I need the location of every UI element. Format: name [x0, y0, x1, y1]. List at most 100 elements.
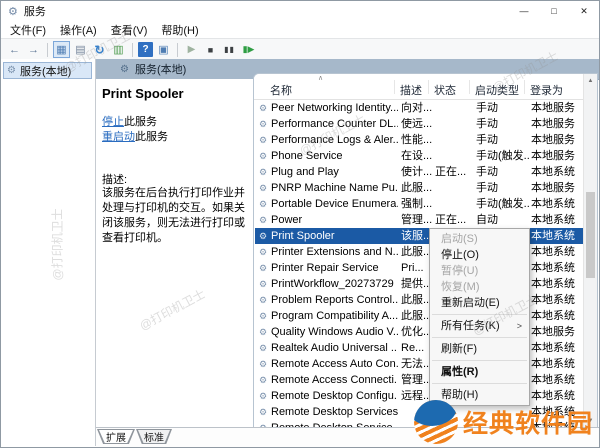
row-cell-name: Realtek Audio Universal ...	[271, 340, 398, 356]
help-icon[interactable]: ?	[138, 42, 153, 57]
row-cell-logon: 本地系统	[531, 212, 588, 228]
selected-service-name: Print Spooler	[102, 86, 184, 101]
tab-standard[interactable]: 标准	[136, 429, 172, 444]
menu-separator	[432, 314, 527, 315]
tab-label: 标准	[138, 430, 170, 443]
table-row[interactable]: ⚙Portable Device Enumera...强制...手动(触发...…	[255, 196, 583, 212]
row-cell-status: 正在...	[435, 212, 475, 228]
row-cell-name: Print Spooler	[271, 228, 398, 244]
context-menu-item-4[interactable]: 重新启动(E)	[430, 295, 529, 311]
toolbar-separator	[177, 43, 178, 57]
table-row[interactable]: ⚙Peer Networking Identity...向对...手动本地服务	[255, 100, 583, 116]
service-gear-icon: ⚙	[259, 388, 270, 404]
services-list-panel: ⚙Peer Networking Identity...向对...手动本地服务 ⚙…	[253, 73, 598, 428]
row-cell-startup: 手动	[476, 164, 530, 180]
row-cell-name: Performance Logs & Aler...	[271, 132, 398, 148]
restart-service-suffix: 此服务	[135, 131, 168, 143]
row-cell-desc: 使计...	[401, 164, 434, 180]
row-cell-logon: 本地系统	[531, 228, 588, 244]
table-row[interactable]: ⚙Quality Windows Audio V...优化...本地服务	[255, 324, 583, 340]
service-gear-icon: ⚙	[259, 228, 270, 244]
column-header-1[interactable]: 描述	[400, 82, 422, 98]
table-row[interactable]: ⚙Performance Logs & Aler...性能...手动本地服务	[255, 132, 583, 148]
watermark-logo: 经典软件园	[414, 400, 593, 444]
column-header-0[interactable]: 名称	[270, 82, 292, 98]
row-cell-logon: 本地系统	[531, 244, 588, 260]
row-cell-name: Remote Desktop Configu...	[271, 388, 398, 404]
table-row[interactable]: ⚙Realtek Audio Universal ...Re...本地系统	[255, 340, 583, 356]
service-gear-icon: ⚙	[259, 180, 270, 196]
column-header-3[interactable]: 启动类型	[475, 82, 519, 98]
start-service-icon[interactable]: ▶	[183, 41, 200, 58]
row-cell-logon: 本地系统	[531, 276, 588, 292]
table-row[interactable]: ⚙PNRP Machine Name Pu...此服...手动本地服务	[255, 180, 583, 196]
restart-service-icon[interactable]: ▮▶	[240, 41, 257, 58]
menu-separator	[432, 360, 527, 361]
menu-item-1[interactable]: 操作(A)	[54, 21, 105, 39]
service-gear-icon: ⚙	[259, 164, 270, 180]
menu-item-2[interactable]: 查看(V)	[105, 21, 156, 39]
table-row[interactable]: ⚙Performance Counter DL...使远...手动本地服务	[255, 116, 583, 132]
properties-icon[interactable]: ▤	[72, 41, 89, 58]
toolbar: ←→ ▦▤↻▥?▣ ▶■▮▮▮▶	[1, 38, 599, 61]
row-cell-logon: 本地系统	[531, 340, 588, 356]
show-preview-pane-icon[interactable]: ▣	[155, 41, 172, 58]
refresh-icon[interactable]: ↻	[91, 41, 108, 58]
stop-service-icon[interactable]: ■	[202, 41, 219, 58]
context-menu-item-2: 暂停(U)	[430, 263, 529, 279]
table-row[interactable]: ⚙Power管理...正在...自动本地系统	[255, 212, 583, 228]
close-button[interactable]: ✕	[569, 1, 599, 21]
table-row[interactable]: ⚙Problem Reports Control...此服...本地系统	[255, 292, 583, 308]
row-cell-startup: 手动(触发...	[476, 148, 530, 164]
list-header: 名称 描述状态 启动类型登录为 ∧	[254, 74, 584, 100]
row-cell-desc: 使远...	[401, 116, 434, 132]
service-gear-icon: ⚙	[259, 324, 270, 340]
row-cell-name: Quality Windows Audio V...	[271, 324, 398, 340]
service-gear-icon: ⚙	[259, 356, 270, 372]
table-row[interactable]: ⚙Phone Service在设...手动(触发...本地服务	[255, 148, 583, 164]
sort-ascending-icon: ∧	[318, 74, 323, 82]
table-row[interactable]: ⚙Remote Access Auto Con...无法...本地系统	[255, 356, 583, 372]
column-header-4[interactable]: 登录为	[530, 82, 563, 98]
row-cell-desc: 强制...	[401, 196, 434, 212]
row-cell-startup: 手动	[476, 116, 530, 132]
table-row[interactable]: ⚙PrintWorkflow_20273729提供...本地系统	[255, 276, 583, 292]
maximize-button[interactable]: □	[539, 1, 569, 21]
window-controls: — □ ✕	[509, 1, 599, 21]
table-row[interactable]: ⚙Plug and Play使计...正在...手动本地系统	[255, 164, 583, 180]
row-cell-name: Performance Counter DL...	[271, 116, 398, 132]
menu-item-3[interactable]: 帮助(H)	[155, 21, 206, 39]
vertical-scrollbar[interactable]: ▲ ▼	[583, 74, 597, 427]
pause-service-icon[interactable]: ▮▮	[221, 41, 238, 58]
scrollbar-thumb[interactable]	[586, 192, 595, 278]
show-console-tree-icon[interactable]: ▦	[53, 41, 70, 58]
table-row[interactable]: ⚙Printer Repair ServicePri...本地系统	[255, 260, 583, 276]
minimize-button[interactable]: —	[509, 1, 539, 21]
tree-item-services-local[interactable]: ⚙ 服务(本地)	[3, 62, 92, 79]
forward-button-icon[interactable]: →	[25, 41, 42, 58]
table-row[interactable]: ⚙Print Spooler该服...本地系统	[255, 228, 583, 244]
table-row[interactable]: ⚙Program Compatibility A...此服...本地系统	[255, 308, 583, 324]
tab-extended[interactable]: 扩展	[97, 429, 135, 444]
row-cell-status	[435, 196, 475, 212]
context-menu-item-6[interactable]: 所有任务(K)>	[430, 318, 529, 334]
back-button-icon[interactable]: ←	[6, 41, 23, 58]
export-list-icon[interactable]: ▥	[110, 41, 127, 58]
restart-service-link[interactable]: 重启动	[102, 131, 135, 143]
context-menu-item-8[interactable]: 刷新(F)	[430, 341, 529, 357]
context-menu-item-1[interactable]: 停止(O)	[430, 247, 529, 263]
row-cell-status	[435, 148, 475, 164]
column-header-2[interactable]: 状态	[434, 82, 456, 98]
scroll-up-icon[interactable]: ▲	[584, 74, 597, 87]
menu-separator	[432, 383, 527, 384]
context-menu-item-10[interactable]: 属性(R)	[430, 364, 529, 380]
row-cell-status: 正在...	[435, 164, 475, 180]
table-row[interactable]: ⚙Printer Extensions and N...此服...本地系统	[255, 244, 583, 260]
context-menu: 启动(S)停止(O)暂停(U)恢复(M)重新启动(E)所有任务(K)>刷新(F)…	[429, 228, 530, 406]
table-row[interactable]: ⚙Remote Access Connecti...管理...本地系统	[255, 372, 583, 388]
row-cell-name: Program Compatibility A...	[271, 308, 398, 324]
row-cell-logon: 本地系统	[531, 260, 588, 276]
context-menu-item-3: 恢复(M)	[430, 279, 529, 295]
stop-service-link[interactable]: 停止	[102, 116, 124, 128]
menu-item-0[interactable]: 文件(F)	[4, 21, 54, 39]
